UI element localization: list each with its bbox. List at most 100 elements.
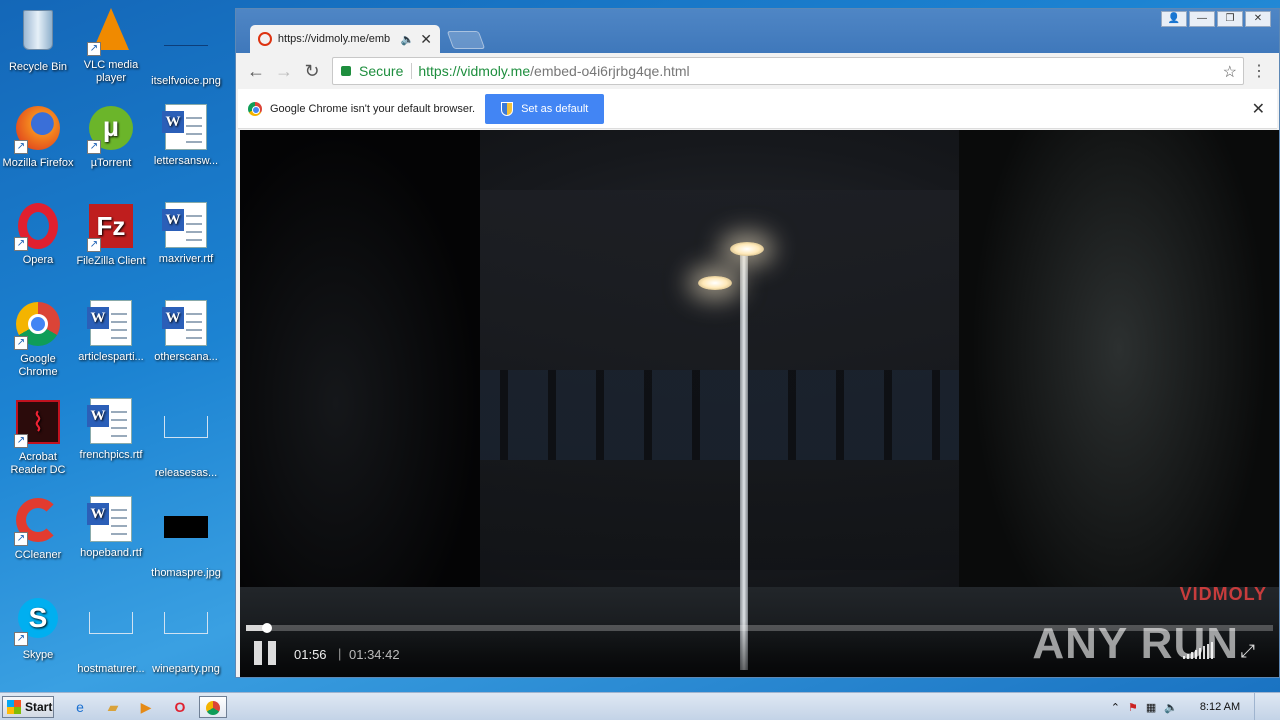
desktop-icon-label: Skype xyxy=(22,649,54,661)
utorrent-icon: µ ↗ xyxy=(87,106,135,154)
uac-shield-icon xyxy=(501,101,514,116)
desktop-icon-label: Recycle Bin xyxy=(8,61,68,73)
ccleaner-icon: ↗ xyxy=(14,498,62,546)
chrome-icon: ↗ xyxy=(14,302,62,350)
desktop-icon-ccleaner[interactable]: ↗ CCleaner xyxy=(0,496,76,562)
forward-arrow-icon[interactable]: → xyxy=(270,61,298,82)
bookmark-star-icon[interactable]: ☆ xyxy=(1223,62,1237,82)
reload-icon[interactable]: ↻ xyxy=(298,61,326,82)
desktop-icon-label: releasesas... xyxy=(154,467,218,479)
desktop-icon-acrobat[interactable]: ⌇ ↗ Acrobat Reader DC xyxy=(0,398,76,477)
image-file-icon xyxy=(162,416,210,464)
back-arrow-icon[interactable]: ← xyxy=(242,61,270,82)
chrome-menu-icon[interactable]: ⋮ xyxy=(1251,61,1267,81)
desktop-icon-vlc[interactable]: ↗ VLC media player xyxy=(73,6,149,85)
desktop-icon-hopeband[interactable]: W hopeband.rtf xyxy=(73,496,149,560)
recycle-bin-icon xyxy=(14,10,62,58)
desktop-icon-opera[interactable]: ↗ Opera xyxy=(0,202,76,267)
set-as-default-label: Set as default xyxy=(521,102,589,115)
image-file-icon xyxy=(162,612,210,660)
desktop-icon-itselfvoice[interactable]: itselfvoice.png xyxy=(148,6,224,88)
taskbar-chrome-icon[interactable] xyxy=(199,696,227,718)
desktop-icon-label: maxriver.rtf xyxy=(158,253,214,265)
infobar-message: Google Chrome isn't your default browser… xyxy=(270,102,476,115)
desktop-icon-wineparty[interactable]: wineparty.png xyxy=(148,594,224,676)
maximize-button[interactable]: ❐ xyxy=(1217,11,1243,27)
desktop-icon-label: Opera xyxy=(22,254,54,266)
desktop-icon-label: itselfvoice.png xyxy=(151,75,221,87)
time-separator: | xyxy=(338,646,342,661)
url-path: /embed-o4i6rjrbg4qe.html xyxy=(530,63,690,79)
desktop-icon-skype[interactable]: S ↗ Skype xyxy=(0,594,76,662)
vidmoly-watermark: VIDMOLY xyxy=(1179,584,1267,604)
network-icon[interactable]: ▦ xyxy=(1146,701,1156,714)
desktop-icon-hostmaturer[interactable]: hostmaturer... xyxy=(73,594,149,676)
new-tab-button[interactable] xyxy=(446,31,486,49)
tab-close-icon[interactable]: ✕ xyxy=(420,31,432,48)
desktop-icon-frenchpics[interactable]: W frenchpics.rtf xyxy=(73,398,149,462)
window-controls: 👤 — ❐ ✕ xyxy=(1161,11,1271,27)
taskbar-ie-icon[interactable]: e xyxy=(66,696,94,718)
tray-expand-icon[interactable]: ⌃ xyxy=(1111,701,1120,714)
filezilla-icon: Fz ↗ xyxy=(87,204,135,252)
desktop-icon-thomaspre[interactable]: thomaspre.jpg xyxy=(148,496,224,580)
skype-icon: S ↗ xyxy=(14,598,62,646)
action-center-icon[interactable]: ⚑ xyxy=(1128,701,1138,714)
address-bar[interactable]: Secure https://vidmoly.me/embed-o4i6rjrb… xyxy=(332,57,1244,85)
image-file-icon xyxy=(87,612,135,660)
word-doc-icon: W xyxy=(87,398,135,446)
desktop-icon-label: hostmaturer... xyxy=(77,663,145,675)
desktop-icon-label: otherscana... xyxy=(154,351,218,363)
vlc-icon: ↗ xyxy=(87,8,135,56)
default-browser-infobar: Google Chrome isn't your default browser… xyxy=(238,89,1277,129)
show-desktop-button[interactable] xyxy=(1254,693,1264,720)
desktop-icon-recycle-bin[interactable]: Recycle Bin xyxy=(0,6,76,74)
profile-icon[interactable]: 👤 xyxy=(1161,11,1187,27)
secure-label: Secure xyxy=(359,63,413,79)
word-doc-icon: W xyxy=(162,104,210,152)
close-window-button[interactable]: ✕ xyxy=(1245,11,1271,27)
desktop-icon-label: articlesparti... xyxy=(78,351,144,363)
pause-icon[interactable] xyxy=(254,641,278,665)
desktop-icon-releasesas[interactable]: releasesas... xyxy=(148,398,224,480)
desktop-icon-maxriver[interactable]: W maxriver.rtf xyxy=(148,202,224,266)
video-frame-lamp xyxy=(730,242,764,256)
desktop-icon-firefox[interactable]: ↗ Mozilla Firefox xyxy=(0,104,76,170)
desktop-icon-label: hopeband.rtf xyxy=(80,547,142,559)
word-doc-icon: W xyxy=(162,202,210,250)
system-tray: ⌃ ⚑ ▦ 🔈 8:12 AM xyxy=(1111,693,1280,720)
desktop-icon-label: thomaspre.jpg xyxy=(151,567,221,579)
word-doc-icon: W xyxy=(87,496,135,544)
desktop-icon-label: FileZilla Client xyxy=(76,255,146,267)
desktop: Recycle Bin ↗ Mozilla Firefox ↗ Opera ↗ … xyxy=(0,0,236,692)
start-button[interactable]: Start xyxy=(2,696,54,718)
chrome-window: https://vidmoly.me/emb 🔈 ✕ 👤 — ❐ ✕ ← → ↻… xyxy=(235,8,1280,678)
volume-icon[interactable]: 🔈 xyxy=(1164,701,1178,714)
desktop-icon-label: lettersansw... xyxy=(153,155,219,167)
windows-logo-icon xyxy=(7,700,21,714)
desktop-icon-label: wineparty.png xyxy=(152,663,220,675)
seek-knob[interactable] xyxy=(261,623,272,633)
desktop-icon-lettersansw[interactable]: W lettersansw... xyxy=(148,104,224,168)
clock[interactable]: 8:12 AM xyxy=(1194,701,1246,713)
minimize-button[interactable]: — xyxy=(1189,11,1215,27)
set-as-default-button[interactable]: Set as default xyxy=(485,93,605,124)
fullscreen-icon[interactable]: ⤢ xyxy=(1241,641,1255,662)
current-time: 01:56 xyxy=(294,647,327,662)
taskbar-opera-icon[interactable]: O xyxy=(166,696,194,718)
desktop-icon-label: Google Chrome xyxy=(18,353,58,378)
desktop-icon-filezilla[interactable]: Fz ↗ FileZilla Client xyxy=(73,202,149,268)
video-player[interactable]: VIDMOLY 01:56 | 01:34:42 ⤢ ANY RUN xyxy=(240,130,1279,677)
taskbar-media-player-icon[interactable]: ▶ xyxy=(132,696,160,718)
speaker-icon[interactable]: 🔈 xyxy=(401,33,415,46)
taskbar-explorer-icon[interactable]: ▰ xyxy=(99,696,127,718)
desktop-icon-articlesparti[interactable]: W articlesparti... xyxy=(73,300,149,364)
url-text: https://vidmoly.me/embed-o4i6rjrbg4qe.ht… xyxy=(418,63,689,79)
image-file-icon xyxy=(162,516,210,564)
desktop-icon-utorrent[interactable]: µ ↗ µTorrent xyxy=(73,104,149,170)
infobar-close-icon[interactable]: ✕ xyxy=(1252,99,1265,119)
desktop-icon-otherscana[interactable]: W otherscana... xyxy=(148,300,224,364)
tab-vidmoly[interactable]: https://vidmoly.me/emb 🔈 ✕ xyxy=(250,25,440,53)
desktop-icon-chrome[interactable]: ↗ Google Chrome xyxy=(0,300,76,379)
taskbar: Start e ▰ ▶ O ⌃ ⚑ ▦ 🔈 8:12 AM xyxy=(0,692,1280,720)
